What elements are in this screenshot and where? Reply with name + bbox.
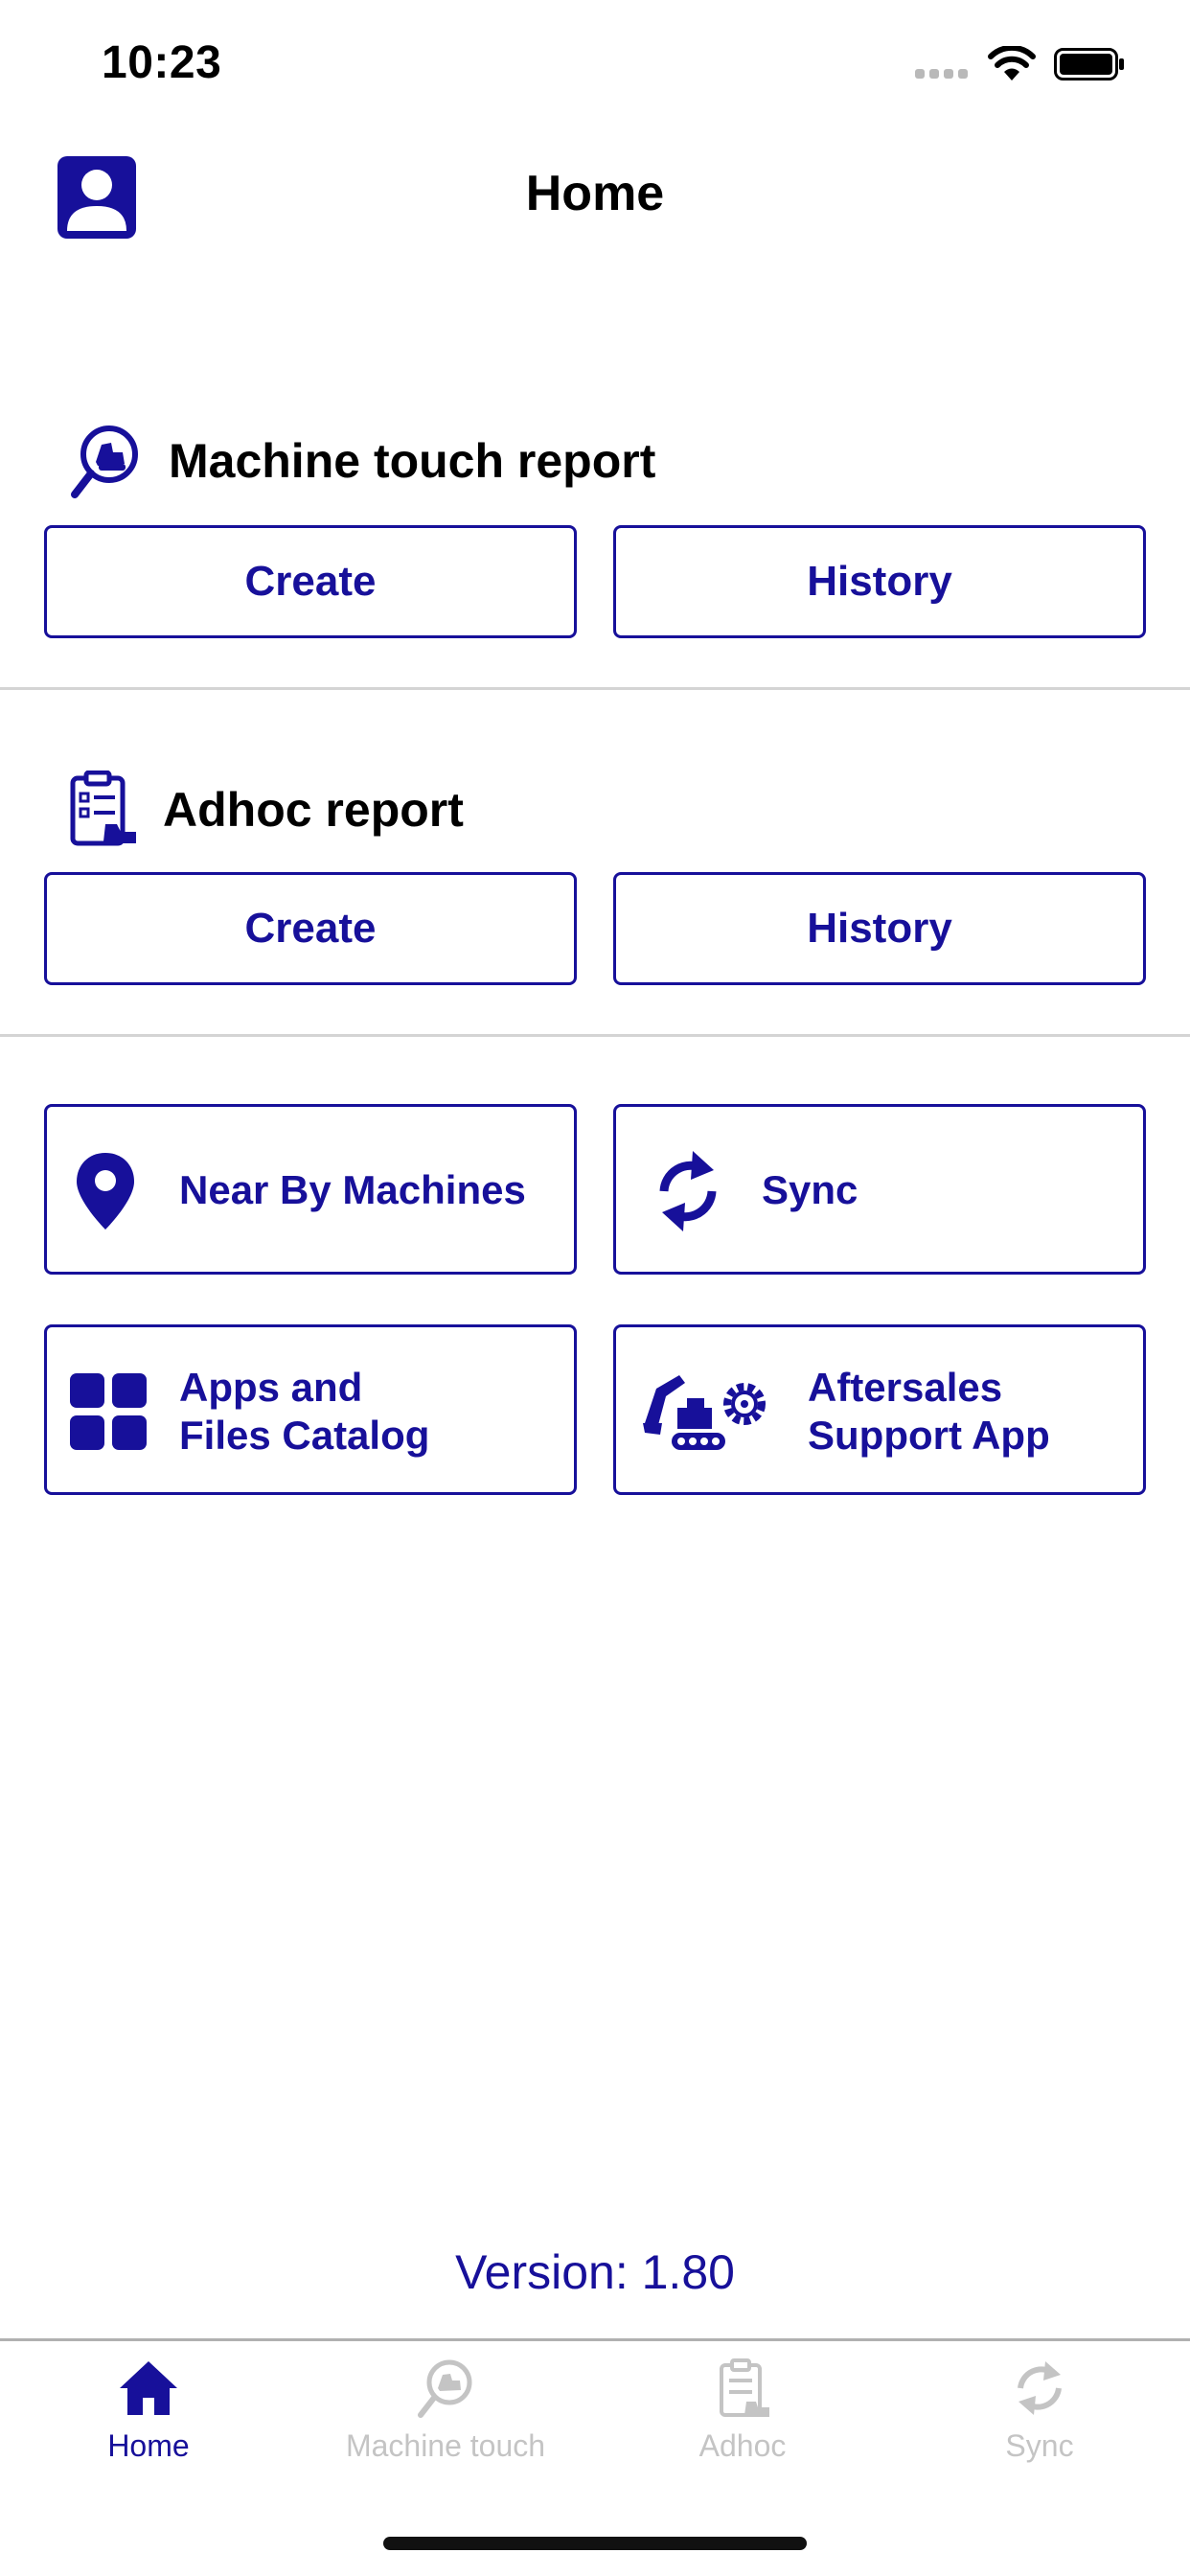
apps-files-catalog-label: Apps and Files Catalog xyxy=(179,1365,430,1458)
page-title: Home xyxy=(525,166,665,221)
tab-bar-divider xyxy=(0,2338,1190,2341)
clipboard-report-icon xyxy=(720,2358,769,2417)
machine-search-icon xyxy=(71,426,138,498)
wifi-icon xyxy=(988,46,1036,80)
battery-icon xyxy=(1054,48,1124,80)
aftersales-support-app-label: Aftersales Support App xyxy=(808,1365,1050,1458)
tab-label: Home xyxy=(107,2428,190,2463)
section-title-adhoc: Adhoc report xyxy=(163,783,464,837)
tab-home[interactable]: Home xyxy=(0,2358,297,2464)
location-pin-icon xyxy=(77,1153,134,1230)
sync-label: Sync xyxy=(762,1167,858,1212)
version-label: Version: 1.80 xyxy=(455,2245,735,2299)
tab-label: Adhoc xyxy=(698,2428,787,2463)
adhoc-history-button[interactable]: History xyxy=(613,872,1146,985)
tab-label: Machine touch xyxy=(345,2428,546,2463)
machine-search-icon xyxy=(418,2359,472,2418)
machine-touch-create-button[interactable]: Create xyxy=(44,525,577,638)
tab-sync[interactable]: Sync xyxy=(891,2358,1188,2464)
status-time: 10:23 xyxy=(102,37,222,88)
adhoc-create-button[interactable]: Create xyxy=(44,872,577,985)
apps-files-catalog-button[interactable]: Apps and Files Catalog xyxy=(44,1324,577,1495)
excavator-gear-icon xyxy=(643,1375,766,1450)
cellular-signal-icon xyxy=(915,69,969,79)
sync-icon xyxy=(659,1151,717,1231)
tab-machine-touch[interactable]: Machine touch xyxy=(297,2358,594,2464)
clipboard-report-icon xyxy=(70,770,136,846)
sync-button[interactable]: Sync xyxy=(613,1104,1146,1275)
grid-icon xyxy=(70,1373,147,1450)
aftersales-support-app-button[interactable]: Aftersales Support App xyxy=(613,1324,1146,1495)
near-by-machines-button[interactable]: Near By Machines xyxy=(44,1104,577,1275)
sync-icon xyxy=(1018,2361,1062,2415)
section-divider xyxy=(0,1034,1190,1037)
tab-adhoc[interactable]: Adhoc xyxy=(594,2358,891,2464)
section-divider xyxy=(0,687,1190,690)
machine-touch-history-button[interactable]: History xyxy=(613,525,1146,638)
near-by-machines-label: Near By Machines xyxy=(179,1167,526,1212)
tab-label: Sync xyxy=(1005,2428,1074,2463)
home-icon xyxy=(120,2361,177,2415)
section-title-machine-touch: Machine touch report xyxy=(169,434,656,488)
home-indicator xyxy=(383,2537,807,2550)
